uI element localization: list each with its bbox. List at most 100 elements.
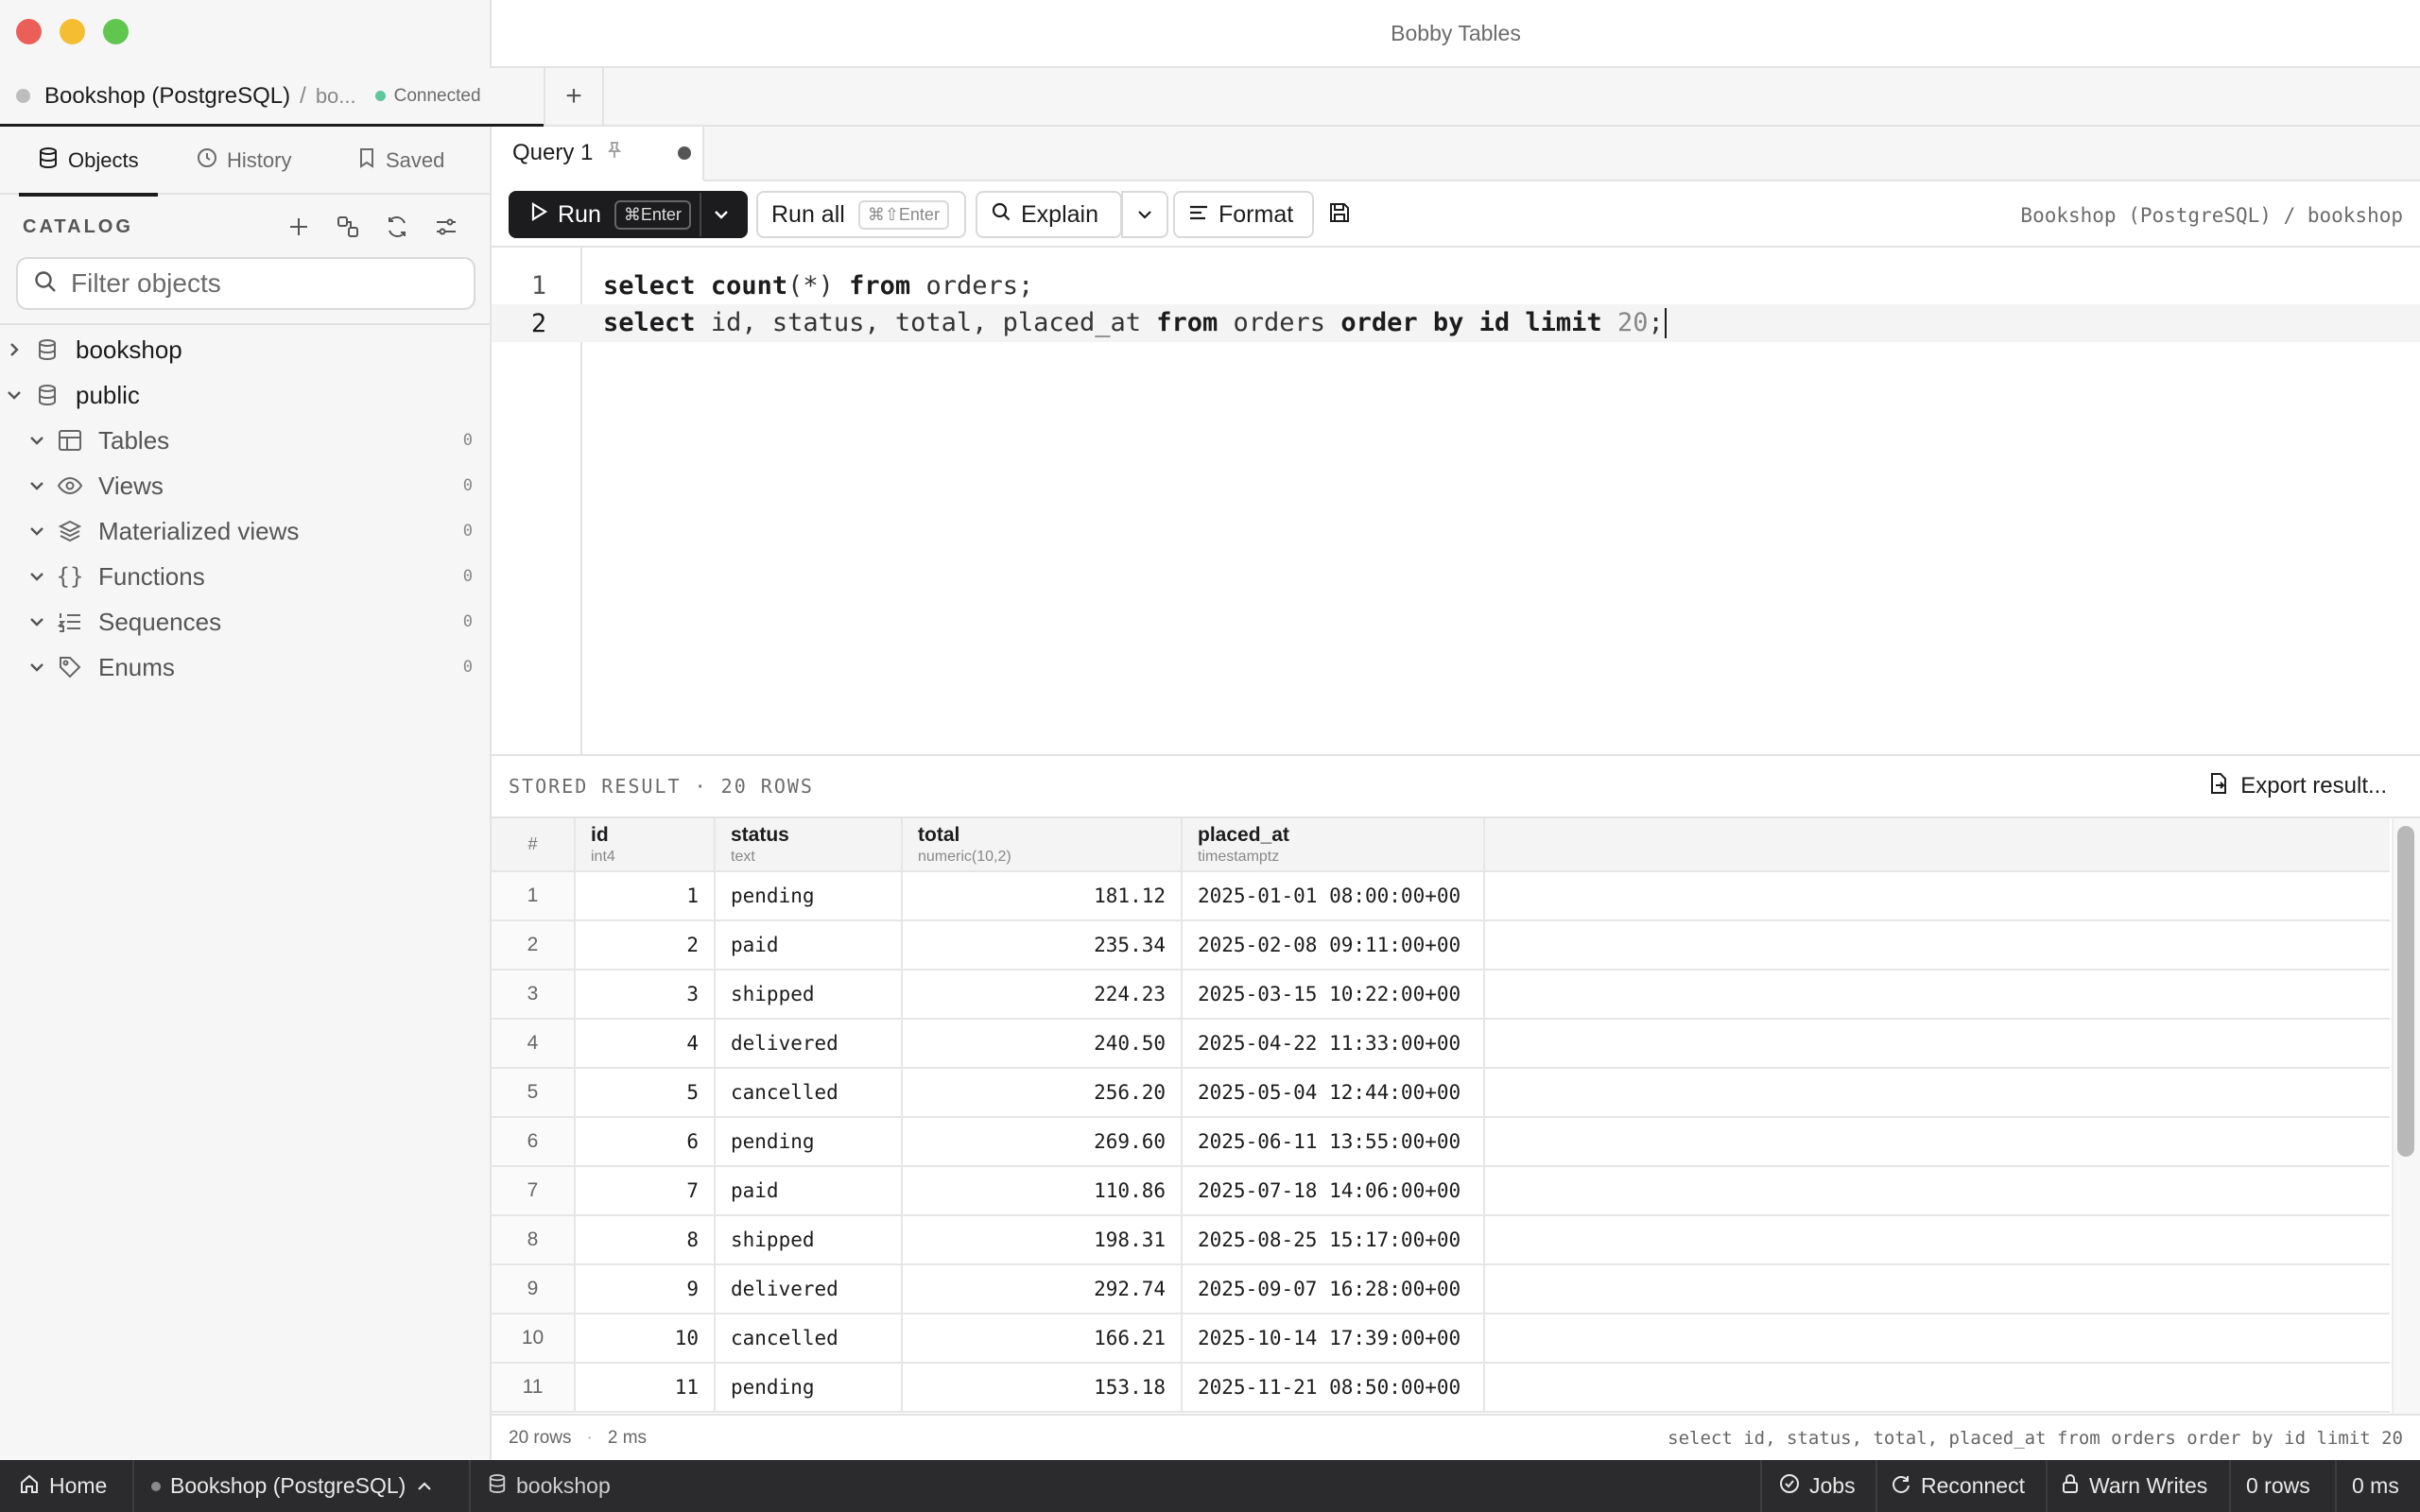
tree-group-tables[interactable]: Tables 0 <box>0 418 490 463</box>
tree-group-enums[interactable]: Enums 0 <box>0 644 490 690</box>
column-header-id[interactable]: id int4 <box>575 818 716 872</box>
minimize-window-button[interactable] <box>60 19 85 44</box>
total-cell[interactable]: 166.21 <box>902 1314 1183 1364</box>
total-cell[interactable]: 256.20 <box>902 1068 1183 1118</box>
chevron-down-icon[interactable] <box>23 615 51 628</box>
status-cell[interactable]: cancelled <box>715 1068 903 1118</box>
run-all-button[interactable]: Run all ⌘⇧Enter <box>756 191 966 238</box>
run-button[interactable]: Run <box>558 201 601 229</box>
chevron-down-icon[interactable] <box>23 570 51 583</box>
chevron-down-icon[interactable] <box>23 524 51 538</box>
explain-options-chevron-icon[interactable] <box>1121 191 1168 238</box>
placed-at-cell[interactable]: 2025-04-22 11:33:00+00 <box>1182 1019 1485 1069</box>
chevron-right-icon[interactable] <box>0 340 28 359</box>
total-cell[interactable]: 153.18 <box>902 1363 1183 1413</box>
placed-at-cell[interactable]: 2025-03-15 10:22:00+00 <box>1182 970 1485 1020</box>
table-row[interactable]: 10 10 cancelled 166.21 2025-10-14 17:39:00+0… <box>492 1314 2390 1364</box>
total-cell[interactable]: 292.74 <box>902 1264 1183 1314</box>
close-window-button[interactable] <box>16 19 42 44</box>
placed-at-cell[interactable]: 2025-05-04 12:44:00+00 <box>1182 1068 1485 1118</box>
chevron-down-icon[interactable] <box>0 388 28 402</box>
reconnect-button[interactable]: Reconnect <box>1891 1460 2025 1512</box>
refresh-icon[interactable] <box>372 208 422 246</box>
table-row[interactable]: 4 4 delivered 240.50 2025-04-22 11:33:00+00 <box>492 1019 2390 1069</box>
placed-at-cell[interactable]: 2025-02-08 09:11:00+00 <box>1182 920 1485 971</box>
status-cell[interactable]: pending <box>715 1363 903 1413</box>
status-cell[interactable]: paid <box>715 920 903 971</box>
id-cell[interactable]: 6 <box>575 1117 716 1167</box>
filter-objects-input[interactable] <box>71 268 468 299</box>
total-cell[interactable]: 181.12 <box>902 871 1183 921</box>
tree-item-bookshop[interactable]: bookshop <box>0 327 490 372</box>
schema-diagram-button[interactable] <box>323 208 372 246</box>
id-cell[interactable]: 7 <box>575 1166 716 1216</box>
table-row[interactable]: 9 9 delivered 292.74 2025-09-07 16:28:00+00 <box>492 1264 2390 1314</box>
code-line-2[interactable]: 2 select id, status, total, placed_at fr… <box>492 304 2420 342</box>
id-cell[interactable]: 5 <box>575 1068 716 1118</box>
column-header-total[interactable]: total numeric(10,2) <box>902 818 1183 872</box>
placed-at-cell[interactable]: 2025-11-21 08:50:00+00 <box>1182 1363 1485 1413</box>
table-row[interactable]: 11 11 pending 153.18 2025-11-21 08:50:00+00 <box>492 1363 2390 1413</box>
filter-settings-icon[interactable] <box>422 208 471 246</box>
tab-objects[interactable]: Objects <box>19 127 158 197</box>
total-cell[interactable]: 198.31 <box>902 1215 1183 1265</box>
export-result-button[interactable]: Export result... <box>2208 772 2387 801</box>
connection-tab[interactable]: Bookshop (PostgreSQL) / bo... Connected <box>0 68 544 127</box>
table-row[interactable]: 6 6 pending 269.60 2025-06-11 13:55:00+00 <box>492 1117 2390 1167</box>
id-cell[interactable]: 1 <box>575 871 716 921</box>
placed-at-cell[interactable]: 2025-06-11 13:55:00+00 <box>1182 1117 1485 1167</box>
connection-switcher[interactable]: Bookshop (PostgreSQL) <box>151 1460 434 1512</box>
chevron-down-icon[interactable] <box>23 434 51 447</box>
tab-saved[interactable]: Saved <box>357 127 444 195</box>
scrollbar-track[interactable] <box>2392 818 2420 1414</box>
maximize-window-button[interactable] <box>103 19 129 44</box>
scrollbar-thumb[interactable] <box>2397 826 2414 1157</box>
id-cell[interactable]: 11 <box>575 1363 716 1413</box>
total-cell[interactable]: 224.23 <box>902 970 1183 1020</box>
id-cell[interactable]: 4 <box>575 1019 716 1069</box>
table-row[interactable]: 5 5 cancelled 256.20 2025-05-04 12:44:00+00 <box>492 1068 2390 1118</box>
placed-at-cell[interactable]: 2025-01-01 08:00:00+00 <box>1182 871 1485 921</box>
placed-at-cell[interactable]: 2025-08-25 15:17:00+00 <box>1182 1215 1485 1265</box>
status-cell[interactable]: pending <box>715 1117 903 1167</box>
table-row[interactable]: 2 2 paid 235.34 2025-02-08 09:11:00+00 <box>492 920 2390 971</box>
total-cell[interactable]: 269.60 <box>902 1117 1183 1167</box>
placed-at-cell[interactable]: 2025-10-14 17:39:00+00 <box>1182 1314 1485 1364</box>
explain-button[interactable]: Explain <box>976 191 1168 238</box>
chevron-down-icon[interactable] <box>23 479 51 492</box>
total-cell[interactable]: 235.34 <box>902 920 1183 971</box>
table-row[interactable]: 7 7 paid 110.86 2025-07-18 14:06:00+00 <box>492 1166 2390 1216</box>
column-header-status[interactable]: status text <box>715 818 903 872</box>
status-cell[interactable]: shipped <box>715 970 903 1020</box>
id-cell[interactable]: 10 <box>575 1314 716 1364</box>
tree-group-materialized-views[interactable]: Materialized views 0 <box>0 508 490 554</box>
status-cell[interactable]: paid <box>715 1166 903 1216</box>
table-row[interactable]: 3 3 shipped 224.23 2025-03-15 10:22:00+00 <box>492 970 2390 1020</box>
tree-group-views[interactable]: Views 0 <box>0 463 490 508</box>
id-cell[interactable]: 2 <box>575 920 716 971</box>
tab-history[interactable]: History <box>197 127 291 195</box>
pin-icon[interactable] <box>606 140 623 166</box>
jobs-button[interactable]: Jobs <box>1779 1460 1856 1512</box>
id-cell[interactable]: 8 <box>575 1215 716 1265</box>
table-row[interactable]: 1 1 pending 181.12 2025-01-01 08:00:00+00 <box>492 871 2390 921</box>
tree-group-sequences[interactable]: Sequences 0 <box>0 599 490 644</box>
id-cell[interactable]: 3 <box>575 970 716 1020</box>
placed-at-cell[interactable]: 2025-09-07 16:28:00+00 <box>1182 1264 1485 1314</box>
tree-item-public[interactable]: public <box>0 372 490 418</box>
status-cell[interactable]: delivered <box>715 1264 903 1314</box>
run-options-chevron-icon[interactable] <box>709 202 734 233</box>
column-header-placed-at[interactable]: placed_at timestamptz <box>1182 818 1485 872</box>
sql-editor[interactable]: 1 select count(*) from orders; 2 select … <box>492 248 2420 756</box>
home-button[interactable]: Home <box>19 1460 107 1512</box>
tree-group-functions[interactable]: {} Functions 0 <box>0 554 490 599</box>
total-cell[interactable]: 240.50 <box>902 1019 1183 1069</box>
total-cell[interactable]: 110.86 <box>902 1166 1183 1216</box>
database-switcher[interactable]: bookshop <box>488 1460 611 1512</box>
placed-at-cell[interactable]: 2025-07-18 14:06:00+00 <box>1182 1166 1485 1216</box>
new-tab-button[interactable]: + <box>544 68 604 125</box>
save-icon[interactable] <box>1327 200 1352 230</box>
status-cell[interactable]: cancelled <box>715 1314 903 1364</box>
warn-writes-toggle[interactable]: Warn Writes <box>2061 1460 2207 1512</box>
status-cell[interactable]: shipped <box>715 1215 903 1265</box>
